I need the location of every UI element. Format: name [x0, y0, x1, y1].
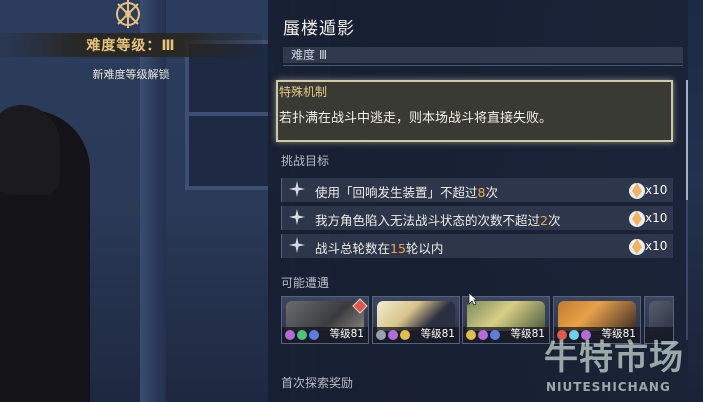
- enemy-level: 等级81: [420, 328, 455, 340]
- character-hair: [0, 105, 60, 195]
- goal-text: 战斗总轮数在: [315, 241, 391, 256]
- elite-diamond-icon: [352, 298, 368, 314]
- background-pillar: [140, 0, 166, 402]
- goal-text: 我方角色陷入无法战斗状态的次数不超过: [315, 213, 541, 228]
- encounters-heading: 可能遭遇: [281, 276, 330, 290]
- reward-quantity: x10: [645, 211, 668, 225]
- special-mechanic-text: 若扑满在战斗中逃走，则本场战斗将直接失败。: [279, 111, 553, 126]
- challenge-goal: 我方角色陷入无法战斗状态的次数不超过2次 x10: [281, 206, 673, 230]
- enemy-level: 等级81: [329, 328, 364, 340]
- goal-number: 15: [390, 241, 406, 256]
- stage-difficulty-label: 难度 Ⅲ: [291, 48, 328, 62]
- enemy-card[interactable]: 等级81: [372, 296, 460, 344]
- stage-title: 蜃楼遁影: [283, 19, 355, 39]
- goal-text-suffix: 轮以内: [405, 241, 444, 256]
- difficulty-unlock-text: 新难度等级解锁: [92, 68, 170, 81]
- sparkle-icon: [289, 181, 305, 197]
- weakness-icons: [466, 330, 500, 340]
- watermark-text: 牛特市场: [544, 338, 684, 378]
- sparkle-icon: [289, 237, 305, 253]
- background-window: [185, 40, 275, 190]
- first-explore-heading: 首次探索奖励: [281, 376, 354, 390]
- challenge-goal: 使用「回响发生装置」不超过8次 x10: [281, 178, 673, 202]
- special-mechanic-heading: 特殊机制: [279, 85, 328, 99]
- goal-text: 使用「回响发生装置」不超过: [315, 185, 478, 200]
- sparkle-icon: [289, 209, 305, 225]
- difficulty-row: [283, 44, 683, 66]
- weakness-icons: [376, 330, 410, 340]
- watermark-subtext: NIUTESHICHANG: [546, 380, 671, 394]
- goal-text-suffix: 次: [485, 185, 498, 200]
- weakness-icons: [285, 330, 319, 340]
- goal-text-suffix: 次: [547, 213, 561, 228]
- scrollbar-thumb[interactable]: [686, 80, 688, 200]
- reward-quantity: x10: [645, 183, 668, 197]
- difficulty-title: 难度等级：Ⅲ: [86, 38, 176, 54]
- goal-number: 2: [540, 213, 548, 228]
- mouse-cursor-icon: [468, 292, 478, 306]
- enemy-level: 等级81: [510, 328, 545, 340]
- challenge-goal: 战斗总轮数在15轮以内 x10: [281, 234, 673, 258]
- reward-quantity: x10: [645, 239, 668, 253]
- challenge-heading: 挑战目标: [281, 154, 330, 168]
